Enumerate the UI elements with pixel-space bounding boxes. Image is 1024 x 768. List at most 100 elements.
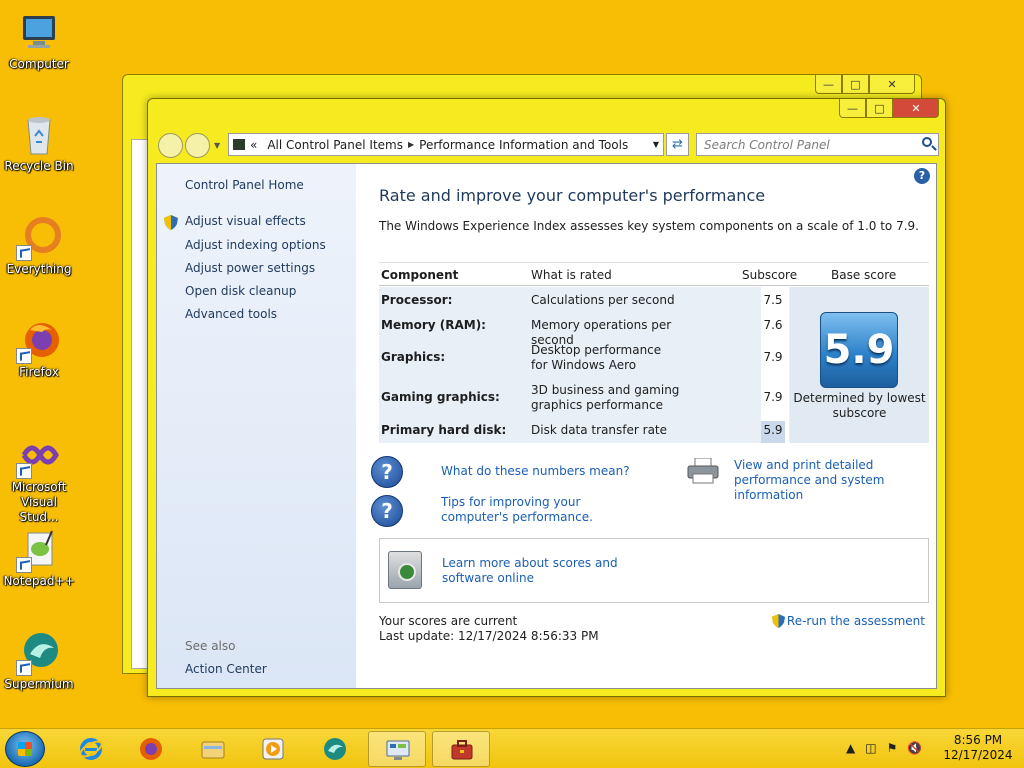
main-content: ? Rate and improve your computer's perfo… <box>356 164 936 688</box>
taskbar-supermium[interactable] <box>306 731 364 767</box>
taskbar-media-player[interactable] <box>244 731 302 767</box>
control-panel-icon <box>233 139 245 150</box>
client-area: Control Panel Home Adjust visual effects… <box>156 163 937 689</box>
learn-more-box: Learn more about scores and software onl… <box>379 538 929 603</box>
task-pane: Control Panel Home Adjust visual effects… <box>157 164 356 688</box>
base-score-caption: Determined by lowest subscore <box>793 391 926 420</box>
navigation-bar: ▼ « All Control Panel Items ▶ Performanc… <box>156 129 939 159</box>
performance-window[interactable]: — □ ✕ ▼ « All Control Panel Items ▶ Perf… <box>147 98 946 697</box>
start-button[interactable] <box>5 731 45 767</box>
breadcrumb-overflow[interactable]: « <box>245 138 262 152</box>
visual-studio-icon <box>16 433 62 479</box>
open-disk-cleanup-link[interactable]: Open disk cleanup <box>185 284 296 298</box>
search-input[interactable]: Search Control Panel <box>696 133 939 156</box>
shortcut-arrow-icon <box>16 660 32 676</box>
adjust-indexing-options-link[interactable]: Adjust indexing options <box>185 238 326 252</box>
intro-text: The Windows Experience Index assesses ke… <box>379 219 919 233</box>
view-print-details-link[interactable]: View and print detailed performance and … <box>734 458 934 503</box>
toolbox-icon <box>451 740 473 760</box>
column-subscore: Subscore <box>742 268 798 282</box>
action-center-link[interactable]: Action Center <box>185 662 267 676</box>
show-hidden-icons-icon[interactable]: ▲ <box>846 741 855 755</box>
taskbar-file-explorer[interactable] <box>184 731 242 767</box>
firefox-icon <box>140 738 162 760</box>
what-numbers-mean-link[interactable]: What do these numbers mean? <box>441 464 630 479</box>
shortcut-arrow-icon <box>16 463 32 479</box>
shortcut-arrow-icon <box>16 557 32 573</box>
network-icon[interactable]: ◫ <box>865 741 876 755</box>
firefox-icon <box>16 318 62 364</box>
tips-improving-performance-link[interactable]: Tips for improving your computer's perfo… <box>441 495 651 525</box>
supermium-icon <box>16 630 62 676</box>
computer-icon <box>16 10 62 56</box>
page-title: Rate and improve your computer's perform… <box>379 186 766 205</box>
folder-icon <box>201 741 225 759</box>
printer-icon <box>687 458 719 484</box>
search-icon[interactable] <box>922 137 932 147</box>
help-question-icon: ? <box>371 495 403 527</box>
clock-date: 12/17/2024 <box>943 748 1013 762</box>
taskbar-firefox[interactable] <box>122 731 180 767</box>
uac-shield-icon <box>164 215 178 230</box>
column-component: Component <box>381 268 459 282</box>
taskbar-control-panel[interactable] <box>368 731 426 767</box>
close-button[interactable]: ✕ <box>869 75 915 94</box>
shortcut-arrow-icon <box>16 348 32 364</box>
adjust-power-settings-link[interactable]: Adjust power settings <box>185 261 315 275</box>
recent-pages-chevron-icon[interactable]: ▼ <box>214 141 220 150</box>
minimize-button[interactable]: — <box>839 99 866 118</box>
maximize-button[interactable]: □ <box>866 99 893 118</box>
everything-icon <box>16 215 62 261</box>
desktop-icon-everything[interactable]: Everything <box>0 215 78 277</box>
forward-button[interactable] <box>185 133 210 158</box>
adjust-visual-effects-link[interactable]: Adjust visual effects <box>185 214 306 228</box>
recycle-bin-icon <box>16 112 62 158</box>
table-body: Processor: Calculations per second 7.5 M… <box>379 287 929 443</box>
score-table: Component What is rated Subscore Base sc… <box>379 262 929 443</box>
shortcut-arrow-icon <box>16 245 32 261</box>
breadcrumb-performance-information[interactable]: Performance Information and Tools <box>414 138 633 152</box>
taskbar-internet-explorer[interactable] <box>62 731 120 767</box>
taskbar-tools[interactable] <box>432 731 490 767</box>
control-panel-icon <box>386 740 410 760</box>
desktop-icon-firefox[interactable]: Firefox <box>0 318 78 380</box>
breadcrumb-all-control-panel-items[interactable]: All Control Panel Items <box>262 138 408 152</box>
system-tray: ▲ ◫ ⚑ 🔇 <box>846 741 922 755</box>
software-box-icon <box>388 551 422 589</box>
clock[interactable]: 8:56 PM 12/17/2024 <box>938 733 1018 763</box>
desktop-icon-recycle-bin[interactable]: Recycle Bin <box>0 112 78 174</box>
internet-explorer-icon <box>79 738 103 760</box>
advanced-tools-link[interactable]: Advanced tools <box>185 307 277 321</box>
close-button[interactable]: ✕ <box>893 99 939 118</box>
table-header: Component What is rated Subscore Base sc… <box>379 262 929 286</box>
rerun-assessment-link[interactable]: Re-run the assessment <box>771 614 925 628</box>
base-score-badge: 5.9 <box>820 312 898 388</box>
notepad-plus-plus-icon <box>16 527 62 573</box>
desktop-icon-notepad-plus-plus[interactable]: Notepad++ <box>0 527 78 589</box>
maximize-button[interactable]: □ <box>842 75 869 94</box>
learn-more-scores-link[interactable]: Learn more about scores and software onl… <box>442 556 662 586</box>
supermium-icon <box>324 738 346 760</box>
see-also-heading: See also <box>185 639 236 653</box>
volume-muted-icon[interactable]: 🔇 <box>907 741 922 755</box>
taskbar: ▲ ◫ ⚑ 🔇 8:56 PM 12/17/2024 <box>0 728 1024 768</box>
refresh-button[interactable]: ⇄ <box>666 133 689 156</box>
desktop-icon-visual-studio[interactable]: Microsoft Visual Stud... <box>0 433 78 525</box>
status-text: Your scores are current Last update: 12/… <box>379 614 599 643</box>
media-player-icon <box>262 738 284 760</box>
column-what-is-rated: What is rated <box>531 268 612 282</box>
column-base-score: Base score <box>831 268 897 282</box>
base-score-panel: 5.9 Determined by lowest subscore <box>790 287 929 443</box>
desktop-icon-supermium[interactable]: Supermium <box>0 630 78 692</box>
control-panel-home-link[interactable]: Control Panel Home <box>185 178 304 192</box>
minimize-button[interactable]: — <box>815 75 842 94</box>
back-button[interactable] <box>158 133 183 158</box>
help-question-icon: ? <box>371 456 403 488</box>
help-icon[interactable]: ? <box>914 168 930 184</box>
clock-time: 8:56 PM <box>953 733 1003 747</box>
address-dropdown-icon[interactable]: ▼ <box>653 140 659 149</box>
uac-shield-icon <box>771 614 785 628</box>
desktop-icon-computer[interactable]: Computer <box>0 10 78 72</box>
address-bar[interactable]: « All Control Panel Items ▶ Performance … <box>228 133 664 156</box>
action-center-flag-icon[interactable]: ⚑ <box>887 741 898 755</box>
